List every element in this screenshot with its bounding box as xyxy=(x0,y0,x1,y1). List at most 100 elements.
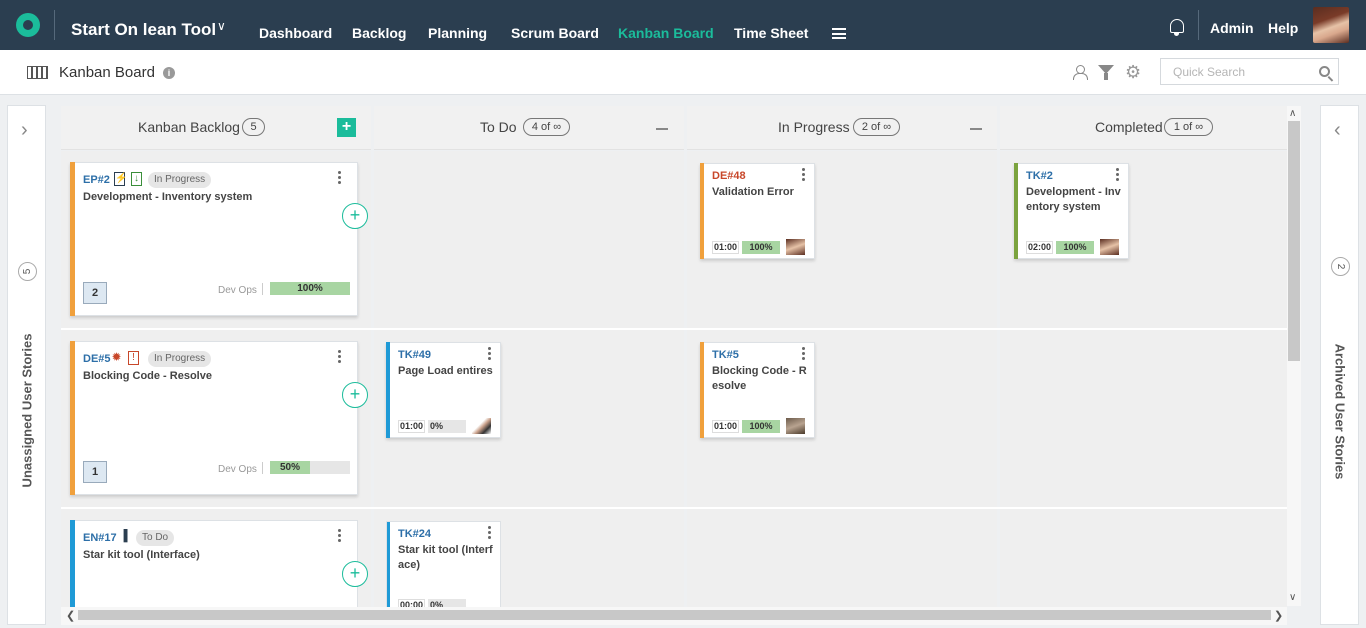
scroll-right-icon[interactable]: ❯ xyxy=(1274,609,1283,622)
nav-scrum-board[interactable]: Scrum Board xyxy=(511,25,599,41)
progress-bar: 0% xyxy=(428,420,466,433)
story-id[interactable]: EP#2 xyxy=(83,174,110,186)
bug-icon: ✹ xyxy=(111,350,122,364)
add-task-button[interactable]: + xyxy=(342,203,368,229)
unassigned-count: 5 xyxy=(18,262,37,281)
horizontal-scrollbar[interactable]: ❮ ❯ xyxy=(61,607,1287,625)
divider xyxy=(1198,10,1199,40)
story-color-bar xyxy=(70,520,75,608)
search-icon[interactable] xyxy=(1319,66,1330,77)
search-input[interactable] xyxy=(1161,59,1311,84)
add-task-button[interactable]: + xyxy=(342,561,368,587)
chevron-down-icon[interactable]: ∨ xyxy=(217,19,226,33)
task-id[interactable]: TK#24 xyxy=(398,528,431,540)
avatar[interactable] xyxy=(1100,239,1119,255)
task-time: 01:00 xyxy=(712,241,739,254)
task-card[interactable]: DE#48 Validation Error 01:00 100% xyxy=(700,163,815,259)
unassigned-label: Unassigned User Stories xyxy=(19,333,35,488)
column-title: In Progress xyxy=(778,119,850,135)
vertical-scrollbar[interactable]: ∧ ∨ xyxy=(1287,106,1301,606)
progress-label: 0% xyxy=(430,600,444,607)
kanban-board-icon xyxy=(27,66,48,79)
avatar[interactable] xyxy=(786,239,805,255)
chevron-left-icon[interactable]: ‹ xyxy=(1334,120,1341,140)
progress-bar: 100% xyxy=(270,282,350,295)
collapse-column-button[interactable] xyxy=(656,128,668,130)
task-color-bar xyxy=(700,342,704,438)
status-badge: To Do xyxy=(136,530,175,546)
more-options-icon[interactable] xyxy=(1116,168,1119,181)
more-options-icon[interactable] xyxy=(488,526,491,539)
column-count: 1 of ∞ xyxy=(1164,118,1213,136)
lightning-icon: ⚡ xyxy=(114,172,128,186)
story-color-bar xyxy=(70,162,75,316)
chevron-right-icon[interactable]: › xyxy=(21,120,28,140)
task-title: Development - Inventory system xyxy=(1026,186,1121,213)
task-id[interactable]: TK#49 xyxy=(398,349,431,361)
task-count[interactable]: 1 xyxy=(83,461,107,483)
more-options-icon[interactable] xyxy=(338,171,341,184)
column-header-kanban-backlog: Kanban Backlog 5 + xyxy=(61,106,371,150)
scrollbar-thumb[interactable] xyxy=(78,610,1271,620)
user-filter-icon[interactable] xyxy=(1073,65,1088,80)
scroll-down-icon[interactable]: ∨ xyxy=(1289,592,1296,603)
gear-icon[interactable]: ⚙ xyxy=(1125,63,1141,81)
divider xyxy=(262,283,263,295)
task-id[interactable]: TK#5 xyxy=(712,349,739,361)
task-card[interactable]: TK#5 Blocking Code - Resolve 01:00 100% xyxy=(700,342,815,438)
more-options-icon[interactable] xyxy=(802,168,805,181)
column-header-completed: Completed 1 of ∞ xyxy=(1000,106,1287,150)
task-title: Validation Error xyxy=(712,186,794,198)
task-time: 01:00 xyxy=(712,420,739,433)
progress-bar: 100% xyxy=(1056,241,1094,254)
scroll-left-icon[interactable]: ❮ xyxy=(66,609,75,622)
add-story-button[interactable]: + xyxy=(337,118,356,137)
more-options-icon[interactable] xyxy=(488,347,491,360)
app-logo-icon[interactable] xyxy=(16,13,40,37)
avatar[interactable] xyxy=(786,418,805,434)
story-card[interactable]: EN#17 ▐ To Do Star kit tool (Interface) xyxy=(70,520,358,608)
bell-icon[interactable] xyxy=(1170,19,1184,36)
story-card[interactable]: EP#2 ⚡ ↓ In Progress Development - Inven… xyxy=(70,162,358,316)
more-options-icon[interactable] xyxy=(338,529,341,542)
task-id[interactable]: DE#48 xyxy=(712,170,746,182)
progress-label: 0% xyxy=(430,421,444,431)
filter-icon[interactable] xyxy=(1098,65,1114,80)
scrollbar-thumb[interactable] xyxy=(1288,121,1300,361)
task-color-bar xyxy=(700,163,704,259)
column-title: Kanban Backlog xyxy=(138,119,240,135)
nav-time-sheet[interactable]: Time Sheet xyxy=(734,25,808,41)
menu-icon[interactable] xyxy=(832,28,846,39)
story-card[interactable]: DE#5 ✹ ! In Progress Blocking Code - Res… xyxy=(70,341,358,495)
avatar[interactable] xyxy=(1313,7,1349,43)
task-count[interactable]: 2 xyxy=(83,282,107,304)
app-title[interactable]: Start On lean Tool xyxy=(71,20,216,40)
more-options-icon[interactable] xyxy=(802,347,805,360)
avatar[interactable] xyxy=(472,418,491,434)
nav-backlog[interactable]: Backlog xyxy=(352,25,406,41)
task-color-bar xyxy=(1014,163,1018,259)
info-icon[interactable]: i xyxy=(163,67,175,79)
story-title: Star kit tool (Interface) xyxy=(83,549,200,561)
collapse-column-button[interactable] xyxy=(970,128,982,130)
task-card[interactable]: TK#2 Development - Inventory system 02:0… xyxy=(1014,163,1129,259)
task-card[interactable]: TK#24 Star kit tool (Interface) 00:00 0% xyxy=(386,521,501,607)
progress-bar: 50% xyxy=(270,461,350,474)
admin-link[interactable]: Admin xyxy=(1210,20,1254,36)
scroll-up-icon[interactable]: ∧ xyxy=(1289,108,1296,119)
add-task-button[interactable]: + xyxy=(342,382,368,408)
nav-planning[interactable]: Planning xyxy=(428,25,487,41)
help-link[interactable]: Help xyxy=(1268,20,1298,36)
nav-dashboard[interactable]: Dashboard xyxy=(259,25,332,41)
story-id[interactable]: EN#17 xyxy=(83,532,117,544)
story-id[interactable]: DE#5 xyxy=(83,353,111,365)
divider xyxy=(54,10,55,40)
archived-stories-panel[interactable]: ‹ 2 Archived User Stories xyxy=(1320,105,1359,625)
task-card[interactable]: TK#49 Page Load entires 01:00 0% xyxy=(386,342,501,438)
task-id[interactable]: TK#2 xyxy=(1026,170,1053,182)
unassigned-stories-panel[interactable]: › 5 Unassigned User Stories xyxy=(7,105,46,625)
more-options-icon[interactable] xyxy=(338,350,341,363)
nav-kanban-board[interactable]: Kanban Board xyxy=(618,25,714,41)
story-color-bar xyxy=(70,341,75,495)
column-header-in-progress: In Progress 2 of ∞ xyxy=(687,106,997,150)
